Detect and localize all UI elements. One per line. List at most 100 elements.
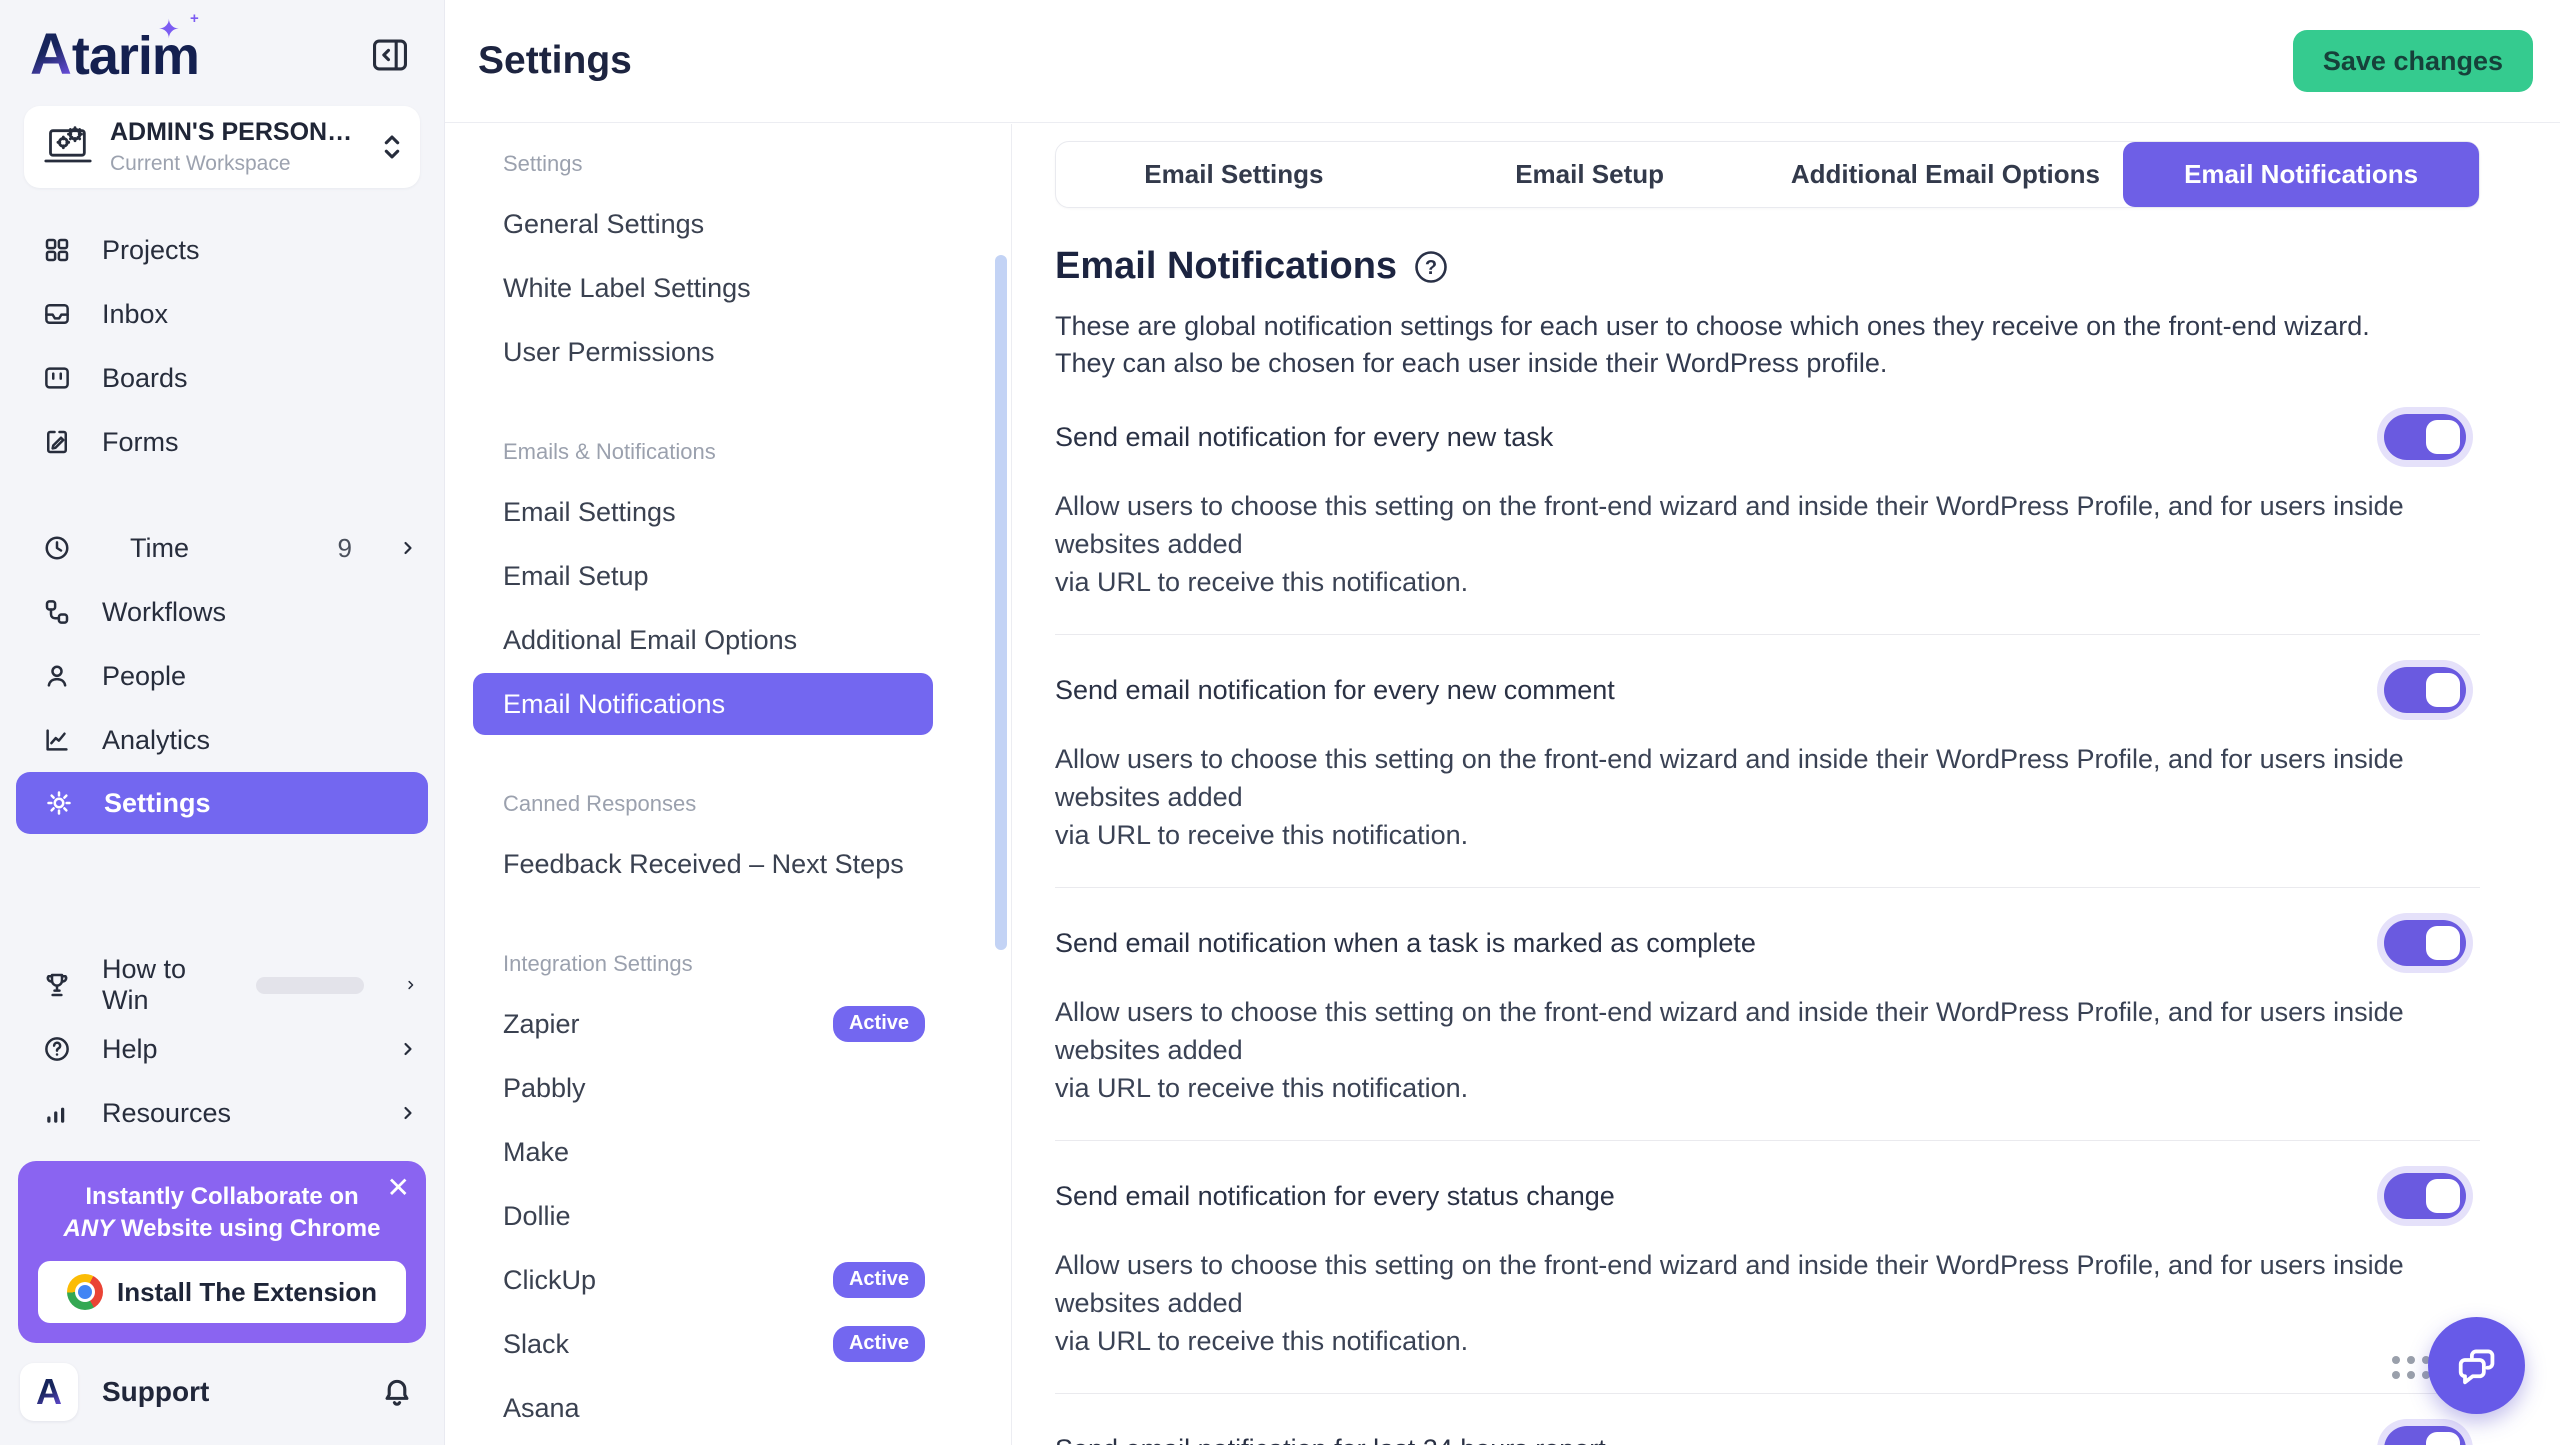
subsidebar-item-email-setup[interactable]: Email Setup: [445, 544, 1011, 608]
support-label: Support: [102, 1376, 356, 1408]
subsidebar-item-additional-email-options[interactable]: Additional Email Options: [445, 608, 1011, 672]
sidebar-item-label: Resources: [102, 1098, 231, 1129]
how-to-win-progress: [256, 977, 364, 994]
setting-row-24h-report: Send email notification for last 24 hour…: [1055, 1394, 2480, 1445]
help-circle-icon[interactable]: ?: [1412, 248, 1450, 286]
sparkle-plus-icon: +: [190, 10, 199, 27]
close-icon[interactable]: ✕: [387, 1171, 410, 1204]
section-heading: Email Notifications: [1055, 245, 1397, 288]
subsidebar-item-slack[interactable]: Slack Active: [445, 1312, 1011, 1376]
subsidebar-item-email-settings[interactable]: Email Settings: [445, 480, 1011, 544]
status-badge: Active: [833, 1326, 925, 1362]
workspace-laptop-gear-icon: [40, 123, 96, 171]
section-description: These are global notification settings f…: [1055, 308, 2480, 382]
setting-row-task-complete: Send email notification when a task is m…: [1055, 888, 2480, 1141]
sidebar-spacer: [0, 834, 444, 953]
logo-row: Atarim ✦ +: [0, 0, 444, 90]
setting-description: Allow users to choose this setting on th…: [1055, 487, 2480, 601]
subsidebar-item-email-notifications[interactable]: Email Notifications: [473, 673, 933, 735]
subsidebar-section-header: Canned Responses: [445, 776, 1011, 832]
toggle-status-change[interactable]: [2384, 1173, 2466, 1219]
subsidebar-item-general-settings[interactable]: General Settings: [445, 192, 1011, 256]
status-badge: Active: [833, 1262, 925, 1298]
heading-row: Email Notifications ?: [1055, 245, 2480, 288]
atarim-mark-logo[interactable]: A: [20, 1363, 78, 1421]
subsidebar-item-white-label-settings[interactable]: White Label Settings: [445, 256, 1011, 320]
setting-label: Send email notification for last 24 hour…: [1055, 1434, 1606, 1445]
drag-handle-dots-icon[interactable]: [2392, 1356, 2430, 1379]
sidebar-item-label: Help: [102, 1034, 158, 1065]
chat-widget-button[interactable]: [2428, 1317, 2525, 1414]
setting-row-new-task: Send email notification for every new ta…: [1055, 382, 2480, 635]
setting-label: Send email notification when a task is m…: [1055, 928, 1756, 959]
main-content: Email Settings Email Setup Additional Em…: [1013, 124, 2560, 1445]
subsidebar-item-asana[interactable]: Asana: [445, 1376, 1011, 1440]
workspace-selector[interactable]: ADMIN'S PERSONAL ... Current Workspace: [24, 106, 420, 188]
question-circle-icon: [40, 1034, 74, 1064]
install-extension-button[interactable]: Install The Extension: [38, 1261, 406, 1323]
sidebar: Atarim ✦ + ADMIN'S: [0, 0, 445, 1445]
gear-icon: [42, 788, 76, 818]
subsidebar-item-pabbly[interactable]: Pabbly: [445, 1056, 1011, 1120]
sidebar-item-help[interactable]: Help: [0, 1017, 444, 1081]
sidebar-item-workflows[interactable]: Workflows: [0, 580, 444, 644]
toggle-24h-report[interactable]: [2384, 1426, 2466, 1445]
tab-email-settings[interactable]: Email Settings: [1056, 142, 1412, 207]
clipboard-pen-icon: [40, 427, 74, 457]
trophy-icon: [40, 970, 74, 1000]
install-extension-label: Install The Extension: [117, 1277, 377, 1308]
sidebar-item-projects[interactable]: Projects: [0, 218, 444, 282]
sidebar-collapse-button[interactable]: [366, 33, 414, 77]
subsidebar-item-dollie[interactable]: Dollie: [445, 1184, 1011, 1248]
tab-email-setup[interactable]: Email Setup: [1412, 142, 1768, 207]
toggle-task-complete[interactable]: [2384, 920, 2466, 966]
setting-label: Send email notification for every status…: [1055, 1181, 1615, 1212]
save-changes-button[interactable]: Save changes: [2293, 30, 2533, 92]
subsidebar-item-feedback-received[interactable]: Feedback Received – Next Steps: [445, 832, 1011, 896]
sidebar-item-settings[interactable]: Settings: [16, 772, 428, 834]
sidebar-item-boards[interactable]: Boards: [0, 346, 444, 410]
subsidebar-item-zapier[interactable]: Zapier Active: [445, 992, 1011, 1056]
subsidebar-section-header: Emails & Notifications: [445, 424, 1011, 480]
tab-email-notifications[interactable]: Email Notifications: [2123, 142, 2479, 207]
subsidebar-section-header: Integration Settings: [445, 936, 1011, 992]
email-tabs: Email Settings Email Setup Additional Em…: [1055, 141, 2480, 208]
chrome-extension-promo-card: ✕ Instantly Collaborate on ANY Website u…: [18, 1161, 426, 1343]
bell-icon[interactable]: [380, 1375, 414, 1409]
sidebar-item-time[interactable]: Time 9: [0, 516, 444, 580]
chevron-right-icon: [398, 538, 418, 558]
line-chart-icon: [40, 725, 74, 755]
sidebar-item-resources[interactable]: Resources: [0, 1081, 444, 1145]
logo-text: tarim: [72, 29, 199, 83]
chevron-up-down-icon: [380, 130, 404, 164]
toggle-new-task[interactable]: [2384, 414, 2466, 460]
subsidebar-item-clickup[interactable]: ClickUp Active: [445, 1248, 1011, 1312]
sidebar-item-forms[interactable]: Forms: [0, 410, 444, 474]
sidebar-item-analytics[interactable]: Analytics: [0, 708, 444, 772]
subsidebar-item-user-permissions[interactable]: User Permissions: [445, 320, 1011, 384]
inbox-icon: [40, 299, 74, 329]
sidebar-item-inbox[interactable]: Inbox: [0, 282, 444, 346]
tab-additional-email-options[interactable]: Additional Email Options: [1768, 142, 2124, 207]
atarim-logo[interactable]: Atarim ✦ +: [30, 26, 199, 84]
grid-icon: [40, 235, 74, 265]
sidebar-item-label: Projects: [102, 235, 200, 266]
page-title: Settings: [478, 39, 632, 83]
logo-letter-a: A: [30, 26, 72, 84]
subsidebar-item-make[interactable]: Make: [445, 1120, 1011, 1184]
sidebar-item-label: Time: [130, 533, 189, 564]
app-root: Atarim ✦ + ADMIN'S: [0, 0, 2560, 1445]
setting-label: Send email notification for every new co…: [1055, 675, 1615, 706]
sidebar-item-how-to-win[interactable]: How to Win: [0, 953, 444, 1017]
sidebar-footer: A Support: [0, 1343, 444, 1445]
settings-subsidebar: Settings General Settings White Label Se…: [445, 124, 1012, 1445]
sidebar-item-label: Inbox: [102, 299, 168, 330]
sidebar-item-label: Boards: [102, 363, 188, 394]
sidebar-item-people[interactable]: People: [0, 644, 444, 708]
subsidebar-scrollbar[interactable]: [995, 255, 1007, 950]
sidebar-nav-tertiary: How to Win Help Resources: [0, 953, 444, 1145]
setting-row-status-change: Send email notification for every status…: [1055, 1141, 2480, 1394]
toggle-new-comment[interactable]: [2384, 667, 2466, 713]
sidebar-item-label: Analytics: [102, 725, 210, 756]
sidebar-item-label: How to Win: [102, 954, 196, 1016]
